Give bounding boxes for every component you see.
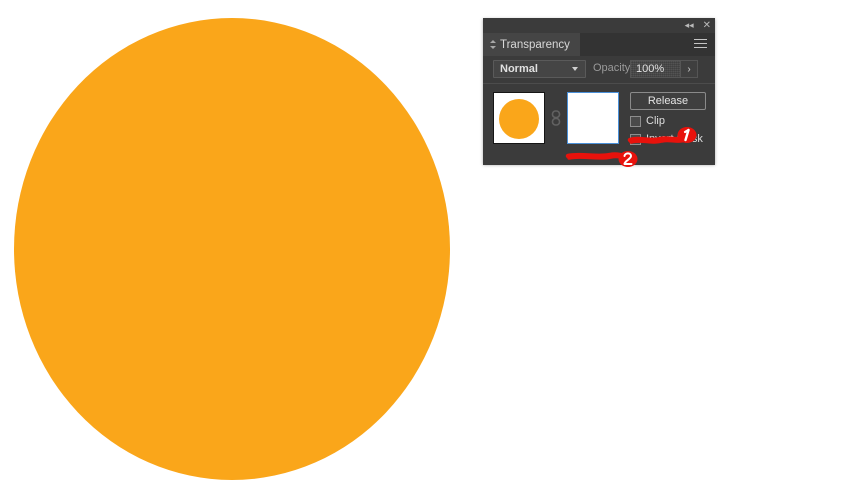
collapse-panel-icon[interactable]: ◂◂ — [685, 21, 694, 30]
artboard-canvas — [0, 0, 470, 500]
panel-body: Release Clip Invert Mask — [483, 83, 715, 165]
blend-mode-select[interactable]: Normal — [493, 60, 586, 78]
close-icon[interactable]: ✕ — [703, 21, 711, 31]
transparency-panel: ◂◂ ✕ Transparency Normal Opacity: 100% › — [483, 18, 715, 165]
panel-menu-icon[interactable] — [694, 39, 707, 49]
panel-titlebar-buttons: ◂◂ ✕ — [685, 18, 711, 33]
invert-mask-checkbox[interactable] — [630, 133, 641, 145]
panel-titlebar: ◂◂ ✕ — [483, 18, 715, 33]
opacity-input[interactable]: 100% — [630, 60, 680, 78]
release-button[interactable]: Release — [630, 92, 706, 110]
artwork-thumbnail-circle — [499, 99, 539, 139]
tab-transparency-label: Transparency — [500, 38, 570, 51]
clip-checkbox[interactable] — [630, 115, 641, 127]
orange-ellipse-shape[interactable] — [14, 18, 450, 480]
chain-link-icon[interactable] — [551, 110, 561, 126]
opacity-value: 100% — [636, 63, 665, 75]
tab-transparency[interactable]: Transparency — [483, 33, 580, 56]
artwork-thumbnail[interactable] — [493, 92, 545, 144]
chevron-down-icon — [572, 67, 579, 71]
panel-controls-row: Normal Opacity: 100% › — [483, 56, 715, 83]
invert-mask-checkbox-row[interactable]: Invert Mask — [630, 133, 703, 145]
blend-mode-value: Normal — [500, 63, 538, 75]
mask-thumbnail[interactable] — [567, 92, 619, 144]
invert-mask-label: Invert Mask — [646, 133, 703, 145]
opacity-expand-button[interactable]: › — [680, 60, 698, 78]
tab-grip-icon — [489, 39, 496, 50]
panel-tabstrip: Transparency — [483, 33, 715, 56]
clip-label: Clip — [646, 115, 665, 127]
clip-checkbox-row[interactable]: Clip — [630, 115, 665, 127]
opacity-label: Opacity: — [593, 62, 634, 74]
